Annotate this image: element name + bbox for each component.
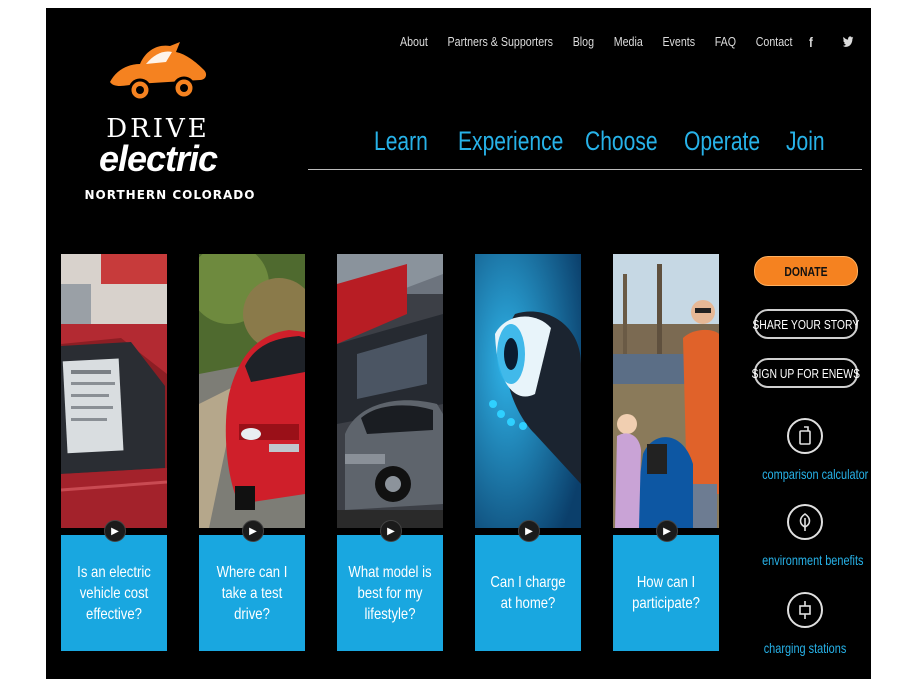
tile-photo-red-car-road [199, 254, 305, 528]
top-nav-media[interactable]: Media [614, 34, 643, 49]
site-logo[interactable]: DRIVE electric NORTHERN COLORADO [46, 34, 296, 214]
main-nav-experience[interactable]: Experience [458, 126, 563, 157]
page: DRIVE electric NORTHERN COLORADO About P… [46, 8, 871, 679]
tile-caption-text: Is an electric vehicle cost effective? [77, 563, 151, 623]
environment-benefits-link[interactable]: environment benefits [750, 504, 864, 568]
twitter-icon[interactable] [842, 35, 854, 49]
top-nav-partners[interactable]: Partners & Supporters [448, 34, 553, 49]
main-nav-choose[interactable]: Choose [585, 126, 658, 157]
tile-caption-text: How can I participate? [632, 574, 700, 612]
nav-divider [308, 169, 862, 170]
comparison-calculator-label: comparison calculator [762, 466, 869, 482]
facebook-icon[interactable]: f [806, 34, 817, 50]
share-story-label: SHARE YOUR STORY [752, 316, 860, 332]
tile-cost-effective[interactable]: ▶ Is an electric vehicle cost effective? [61, 254, 167, 651]
plug-icon [787, 592, 823, 628]
logo-electric-text: electric [98, 138, 218, 179]
chevron-right-icon[interactable]: ▶ [518, 520, 540, 542]
tile-photo-red-car-sticker [61, 254, 167, 528]
charging-stations-link[interactable]: charging stations [750, 592, 860, 656]
tile-caption-text: What model is best for my lifestyle? [348, 563, 432, 623]
tile-photo-family-charging [613, 254, 719, 528]
tile-caption[interactable]: Where can I take a test drive? [199, 535, 305, 651]
main-nav-operate[interactable]: Operate [684, 126, 760, 157]
signup-enews-label: SIGN UP FOR ENEWS [751, 365, 861, 381]
logo-region-text: NORTHERN COLORADO [84, 188, 256, 202]
main-nav-learn[interactable]: Learn [374, 126, 428, 157]
chevron-right-icon[interactable]: ▶ [104, 520, 126, 542]
share-story-button[interactable]: SHARE YOUR STORY [752, 309, 860, 339]
charging-stations-label: charging stations [763, 640, 847, 656]
top-nav-about[interactable]: About [400, 34, 428, 49]
tile-caption[interactable]: Is an electric vehicle cost effective? [61, 535, 167, 651]
top-nav: About Partners & Supporters Blog Media E… [400, 34, 871, 50]
tile-photo-charging-plug [475, 254, 581, 528]
main-nav-join[interactable]: Join [786, 126, 825, 157]
car-logo-icon [110, 42, 207, 102]
tile-caption[interactable]: How can I participate? [613, 535, 719, 651]
tile-caption-text: Where can I take a test drive? [216, 563, 288, 623]
tile-caption-text: Can I charge at home? [490, 574, 566, 612]
donate-button[interactable]: DONATE [754, 256, 858, 286]
tile-test-drive[interactable]: ▶ Where can I take a test drive? [199, 254, 305, 651]
social-links: f in [806, 34, 871, 50]
chevron-right-icon[interactable]: ▶ [380, 520, 402, 542]
top-nav-faq[interactable]: FAQ [715, 34, 736, 49]
top-nav-contact[interactable]: Contact [756, 34, 793, 49]
comparison-calculator-link[interactable]: comparison calculator [750, 418, 869, 482]
top-nav-events[interactable]: Events [662, 34, 695, 49]
donate-button-label: DONATE [784, 263, 828, 279]
tile-participate[interactable]: ▶ How can I participate? [613, 254, 719, 651]
leaf-icon [787, 504, 823, 540]
main-nav: Learn Experience Choose Operate Join [308, 126, 862, 170]
top-nav-blog[interactable]: Blog [573, 34, 594, 49]
tile-caption[interactable]: What model is best for my lifestyle? [337, 535, 443, 651]
tile-model-lifestyle[interactable]: ▶ What model is best for my lifestyle? [337, 254, 443, 651]
signup-enews-button[interactable]: SIGN UP FOR ENEWS [751, 358, 861, 388]
calculator-icon [787, 418, 823, 454]
environment-benefits-label: environment benefits [762, 552, 864, 568]
tile-photo-dealership [337, 254, 443, 528]
tile-caption[interactable]: Can I charge at home? [475, 535, 581, 651]
chevron-right-icon[interactable]: ▶ [242, 520, 264, 542]
chevron-right-icon[interactable]: ▶ [656, 520, 678, 542]
tile-charge-home[interactable]: ▶ Can I charge at home? [475, 254, 581, 651]
